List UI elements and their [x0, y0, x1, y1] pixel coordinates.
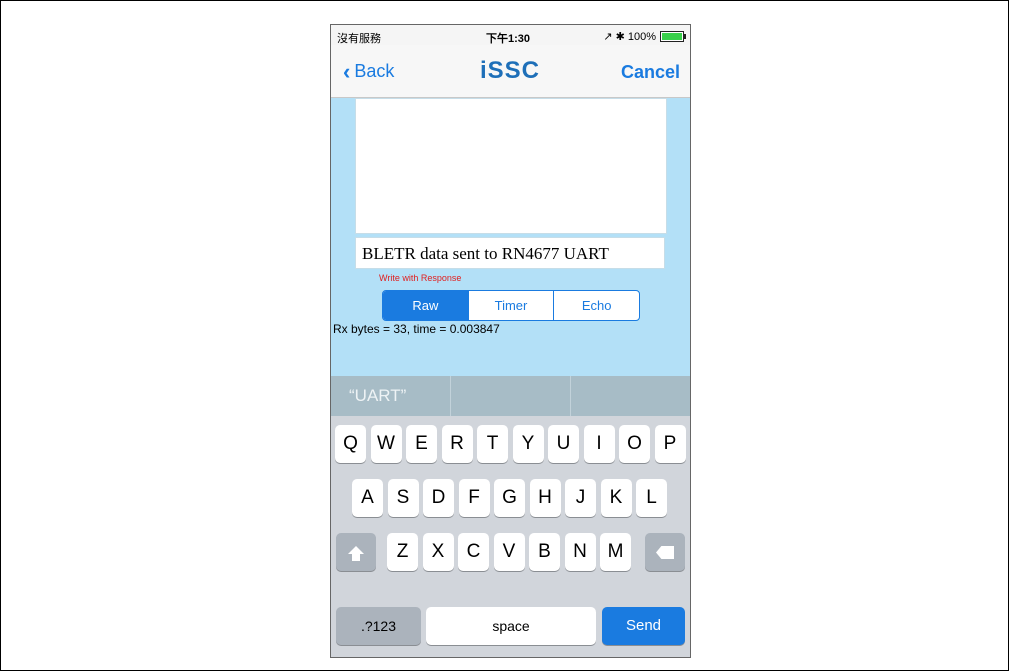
- suggestion-bar: “UART”: [331, 376, 690, 416]
- key-w[interactable]: W: [370, 425, 402, 463]
- keyboard-row-4: .?123 space Send: [331, 607, 690, 647]
- key-d[interactable]: D: [423, 479, 454, 517]
- key-b[interactable]: B: [529, 533, 560, 571]
- main-content: BLETR data sent to RN4677 UART Write wit…: [331, 98, 690, 376]
- shift-icon: [348, 546, 364, 561]
- segment-raw[interactable]: Raw: [383, 291, 468, 320]
- key-v[interactable]: V: [493, 533, 525, 571]
- key-a[interactable]: A: [352, 479, 383, 517]
- keyboard-row-3: ZXCVBNM: [331, 533, 690, 573]
- key-y[interactable]: Y: [512, 425, 544, 463]
- mode-segmented-control: Raw Timer Echo: [382, 290, 640, 321]
- battery-icon: [660, 31, 686, 42]
- key-x[interactable]: X: [422, 533, 454, 571]
- delete-icon: [656, 546, 674, 559]
- received-text-view[interactable]: [355, 98, 667, 234]
- key-k[interactable]: K: [600, 479, 632, 517]
- shift-key[interactable]: [336, 533, 376, 571]
- key-c[interactable]: C: [458, 533, 489, 571]
- status-time: 下午1:30: [486, 33, 531, 45]
- delete-key[interactable]: [645, 533, 685, 571]
- key-u[interactable]: U: [548, 425, 579, 463]
- key-q[interactable]: Q: [335, 425, 366, 463]
- message-input[interactable]: BLETR data sent to RN4677 UART: [355, 237, 665, 269]
- send-key[interactable]: Send: [602, 607, 685, 645]
- key-r[interactable]: R: [441, 425, 473, 463]
- indicators-text: ↗ ✱ 100%: [603, 31, 656, 43]
- key-z[interactable]: Z: [387, 533, 418, 571]
- navigation-bar: ‹ Back iSSC Cancel: [331, 45, 690, 98]
- key-m[interactable]: M: [600, 533, 631, 571]
- key-p[interactable]: P: [654, 425, 686, 463]
- back-button[interactable]: ‹ Back: [343, 58, 395, 84]
- carrier-label: 沒有服務: [337, 33, 381, 45]
- space-key[interactable]: space: [426, 607, 596, 645]
- key-t[interactable]: T: [477, 425, 508, 463]
- key-g[interactable]: G: [494, 479, 525, 517]
- keyboard-row-2: ASDFGHJKL: [331, 479, 690, 519]
- key-i[interactable]: I: [583, 425, 615, 463]
- key-l[interactable]: L: [636, 479, 667, 517]
- segment-timer[interactable]: Timer: [467, 291, 554, 320]
- key-n[interactable]: N: [564, 533, 596, 571]
- key-j[interactable]: J: [565, 479, 596, 517]
- chevron-left-icon: ‹: [343, 58, 351, 84]
- key-e[interactable]: E: [406, 425, 437, 463]
- phone-screen: 沒有服務 下午1:30 ↗ ✱ 100% ‹ Back iSSC Cancel …: [330, 24, 691, 658]
- keyboard-row-1: QWERTYUIOP: [331, 425, 690, 465]
- write-mode-label[interactable]: Write with Response: [379, 273, 461, 283]
- key-o[interactable]: O: [619, 425, 650, 463]
- rx-status-text: Rx bytes = 33, time = 0.003847: [333, 322, 500, 336]
- key-f[interactable]: F: [458, 479, 490, 517]
- suggestion-3[interactable]: [571, 376, 690, 416]
- back-label: Back: [354, 61, 395, 81]
- cancel-button[interactable]: Cancel: [621, 62, 680, 83]
- numbers-key[interactable]: .?123: [336, 607, 421, 645]
- segment-echo[interactable]: Echo: [553, 291, 639, 320]
- status-indicators: ↗ ✱ 100%: [603, 30, 686, 43]
- key-s[interactable]: S: [387, 479, 419, 517]
- suggestion-1[interactable]: “UART”: [331, 376, 451, 416]
- suggestion-2[interactable]: [451, 376, 571, 416]
- keyboard: QWERTYUIOP ASDFGHJKL ZXCVBNM .?123 space…: [331, 416, 690, 657]
- issc-logo: iSSC: [480, 57, 541, 84]
- status-bar: 沒有服務 下午1:30 ↗ ✱ 100%: [331, 25, 690, 45]
- key-h[interactable]: H: [529, 479, 561, 517]
